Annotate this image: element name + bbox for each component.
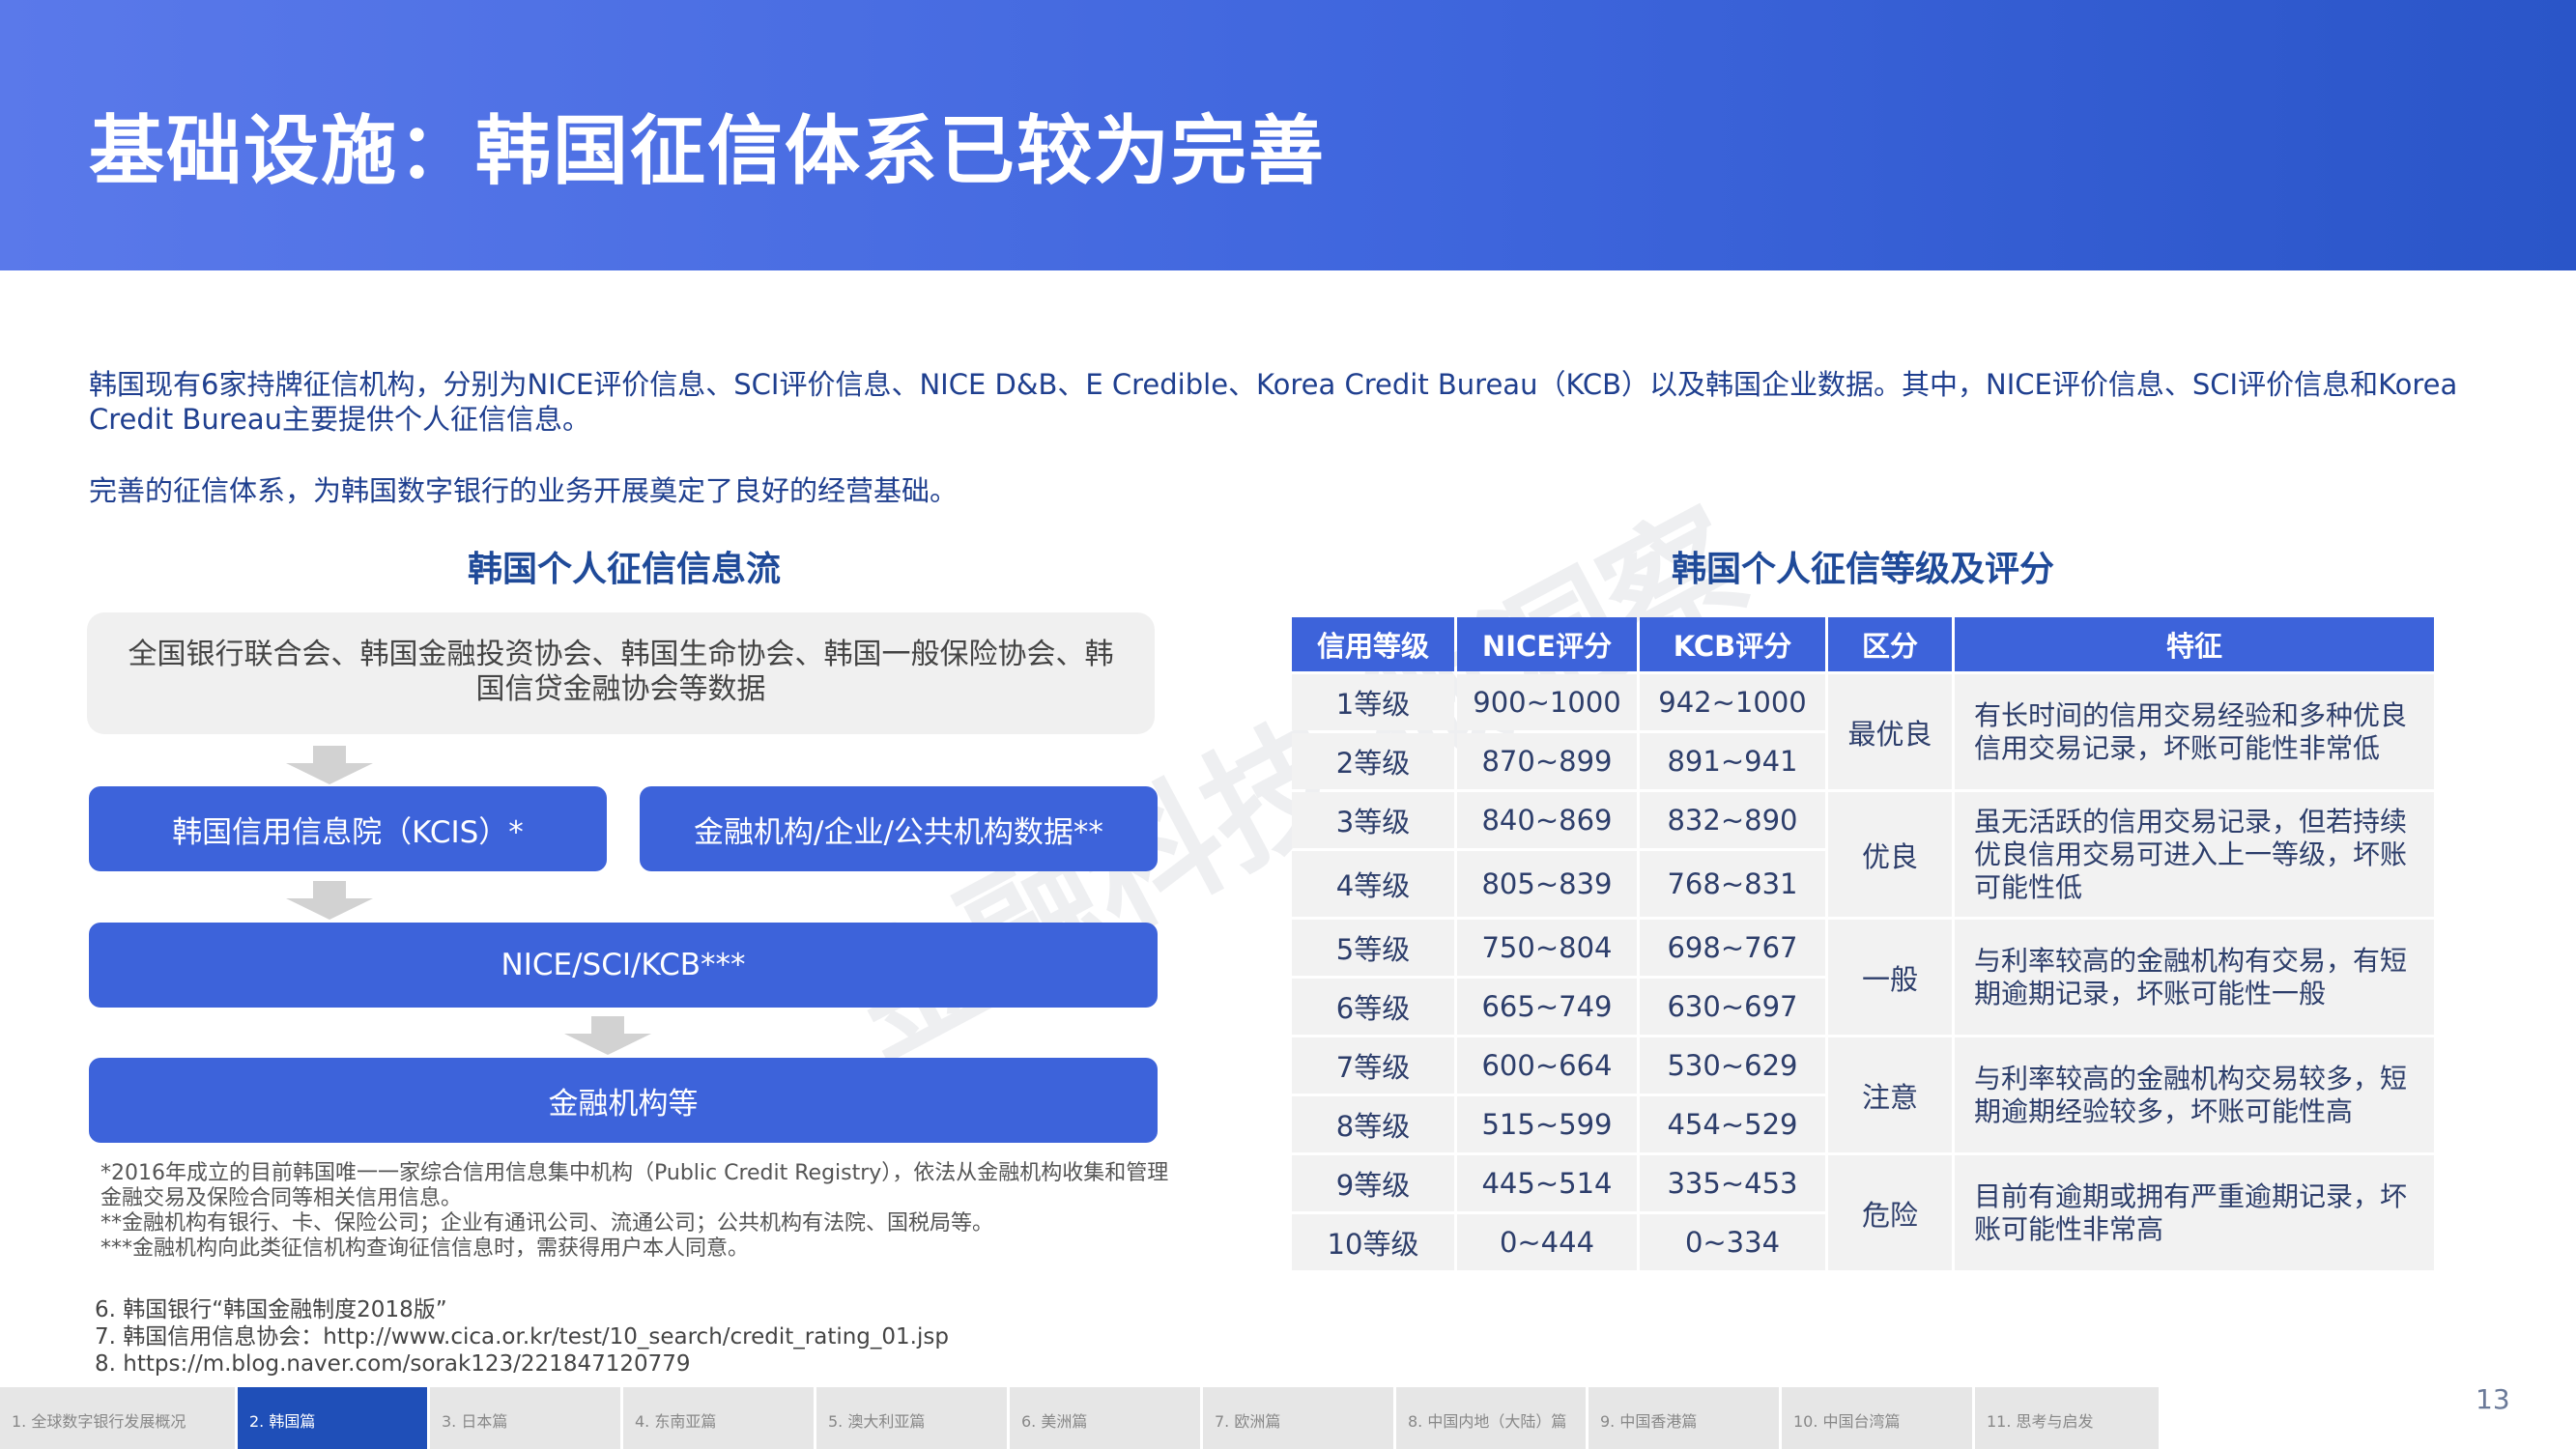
table-header-row: 信用等级 NICE评分 KCB评分 区分 特征 [1292,617,2434,671]
cell-nice: 805~839 [1457,851,1637,917]
cell-nice: 0~444 [1457,1214,1637,1270]
nav-tab-5[interactable]: 5. 澳大利亚篇 [816,1387,1010,1449]
footnote-1: *2016年成立的目前韩国唯一一家综合信用信息集中机构（Public Credi… [100,1161,1169,1210]
flow-box-nice-sci-kcb: NICE/SCI/KCB*** [89,923,1158,1008]
cell-kcb: 942~1000 [1640,674,1825,730]
col-header-feature: 特征 [1955,617,2434,671]
table-row: 9等级 445~514 335~453 危险 目前有逾期或拥有严重逾期记录，坏账… [1292,1155,2434,1270]
cell-grade: 2等级 [1292,733,1454,789]
references: 6. 韩国银行“韩国金融制度2018版” 7. 韩国信用信息协会：http://… [95,1296,949,1378]
cell-feature: 有长时间的信用交易经验和多种优良信用交易记录，坏账可能性非常低 [1955,674,2434,789]
cell-grade: 6等级 [1292,979,1454,1035]
cell-kcb: 630~697 [1640,979,1825,1035]
cell-grade: 1等级 [1292,674,1454,730]
flow-arrow-1 [286,746,373,784]
chapter-nav: 1. 全球数字银行发展概况 2. 韩国篇 3. 日本篇 4. 东南亚篇 5. 澳… [0,1387,2161,1449]
nav-tab-6[interactable]: 6. 美洲篇 [1010,1387,1203,1449]
table-row: 1等级 900~1000 942~1000 最优良 有长时间的信用交易经验和多种… [1292,674,2434,789]
reference-7: 7. 韩国信用信息协会：http://www.cica.or.kr/test/1… [95,1324,949,1350]
flow-source-box: 全国银行联合会、韩国金融投资协会、韩国生命协会、韩国一般保险协会、韩国信贷金融协… [87,612,1155,734]
nav-tab-7[interactable]: 7. 欧洲篇 [1203,1387,1396,1449]
page-title: 基础设施：韩国征信体系已较为完善 [89,108,1327,195]
nav-tab-9[interactable]: 9. 中国香港篇 [1589,1387,1782,1449]
col-header-class: 区分 [1828,617,1952,671]
cell-class: 一般 [1828,920,1952,1035]
cell-nice: 750~804 [1457,920,1637,976]
cell-grade: 10等级 [1292,1214,1454,1270]
reference-8: 8. https://m.blog.naver.com/sorak123/221… [95,1351,691,1377]
cell-nice: 840~869 [1457,792,1637,848]
cell-class: 最优良 [1828,674,1952,789]
footnote-3: ***金融机构向此类征信机构查询征信信息时，需获得用户本人同意。 [100,1236,750,1261]
nav-tab-8[interactable]: 8. 中国内地（大陆）篇 [1396,1387,1589,1449]
cell-grade: 8等级 [1292,1096,1454,1152]
cell-grade: 4等级 [1292,851,1454,917]
header-banner: 基础设施：韩国征信体系已较为完善 [0,0,2576,270]
col-header-nice: NICE评分 [1457,617,1637,671]
nav-tab-11[interactable]: 11. 思考与启发 [1975,1387,2161,1449]
footnote-2: **金融机构有银行、卡、保险公司；企业有通讯公司、流通公司；公共机构有法院、国税… [100,1211,994,1236]
cell-class: 注意 [1828,1037,1952,1152]
cell-kcb: 891~941 [1640,733,1825,789]
cell-nice: 900~1000 [1457,674,1637,730]
col-header-grade: 信用等级 [1292,617,1454,671]
cell-class: 危险 [1828,1155,1952,1270]
cell-feature: 虽无活跃的信用交易记录，但若持续优良信用交易可进入上一等级，坏账可能性低 [1955,792,2434,917]
cell-kcb: 698~767 [1640,920,1825,976]
cell-kcb: 768~831 [1640,851,1825,917]
cell-grade: 7等级 [1292,1037,1454,1094]
credit-grade-table: 信用等级 NICE评分 KCB评分 区分 特征 1等级 900~1000 942… [1289,614,2437,1273]
col-header-kcb: KCB评分 [1640,617,1825,671]
flow-arrow-3 [564,1016,651,1055]
cell-kcb: 832~890 [1640,792,1825,848]
flow-section-title: 韩国个人征信信息流 [467,550,781,589]
page-number: 13 [2476,1383,2510,1415]
cell-feature: 与利率较高的金融机构交易较多，短期逾期经验较多，坏账可能性高 [1955,1037,2434,1152]
table-row: 3等级 840~869 832~890 优良 虽无活跃的信用交易记录，但若持续优… [1292,792,2434,917]
table-row: 7等级 600~664 530~629 注意 与利率较高的金融机构交易较多，短期… [1292,1037,2434,1152]
nav-tab-3[interactable]: 3. 日本篇 [430,1387,623,1449]
intro-paragraph-2: 完善的征信体系，为韩国数字银行的业务开展奠定了良好的经营基础。 [89,474,959,507]
cell-nice: 445~514 [1457,1155,1637,1211]
cell-kcb: 454~529 [1640,1096,1825,1152]
cell-kcb: 335~453 [1640,1155,1825,1211]
flow-footnotes: *2016年成立的目前韩国唯一一家综合信用信息集中机构（Public Credi… [100,1161,1173,1262]
cell-nice: 600~664 [1457,1037,1637,1094]
reference-6: 6. 韩国银行“韩国金融制度2018版” [95,1297,447,1322]
table-row: 5等级 750~804 698~767 一般 与利率较高的金融机构有交易，有短期… [1292,920,2434,1035]
cell-grade: 3等级 [1292,792,1454,848]
nav-tab-1[interactable]: 1. 全球数字银行发展概况 [0,1387,238,1449]
intro-paragraph-1: 韩国现有6家持牌征信机构，分别为NICE评价信息、SCI评价信息、NICE D&… [89,368,2458,436]
flow-box-financial-institutions: 金融机构等 [89,1058,1158,1143]
nav-tab-10[interactable]: 10. 中国台湾篇 [1782,1387,1975,1449]
cell-nice: 515~599 [1457,1096,1637,1152]
cell-class: 优良 [1828,792,1952,917]
cell-nice: 665~749 [1457,979,1637,1035]
nav-tab-4[interactable]: 4. 东南亚篇 [623,1387,816,1449]
cell-grade: 9等级 [1292,1155,1454,1211]
cell-kcb: 530~629 [1640,1037,1825,1094]
flow-box-kcis: 韩国信用信息院（KCIS）* [89,786,607,871]
table-section-title: 韩国个人征信等级及评分 [1671,550,2054,589]
nav-tab-2-active[interactable]: 2. 韩国篇 [238,1387,430,1449]
cell-grade: 5等级 [1292,920,1454,976]
cell-feature: 与利率较高的金融机构有交易，有短期逾期记录，坏账可能性一般 [1955,920,2434,1035]
cell-feature: 目前有逾期或拥有严重逾期记录，坏账可能性非常高 [1955,1155,2434,1270]
cell-nice: 870~899 [1457,733,1637,789]
flow-arrow-2 [286,881,373,920]
cell-kcb: 0~334 [1640,1214,1825,1270]
flow-box-institution-data: 金融机构/企业/公共机构数据** [640,786,1158,871]
